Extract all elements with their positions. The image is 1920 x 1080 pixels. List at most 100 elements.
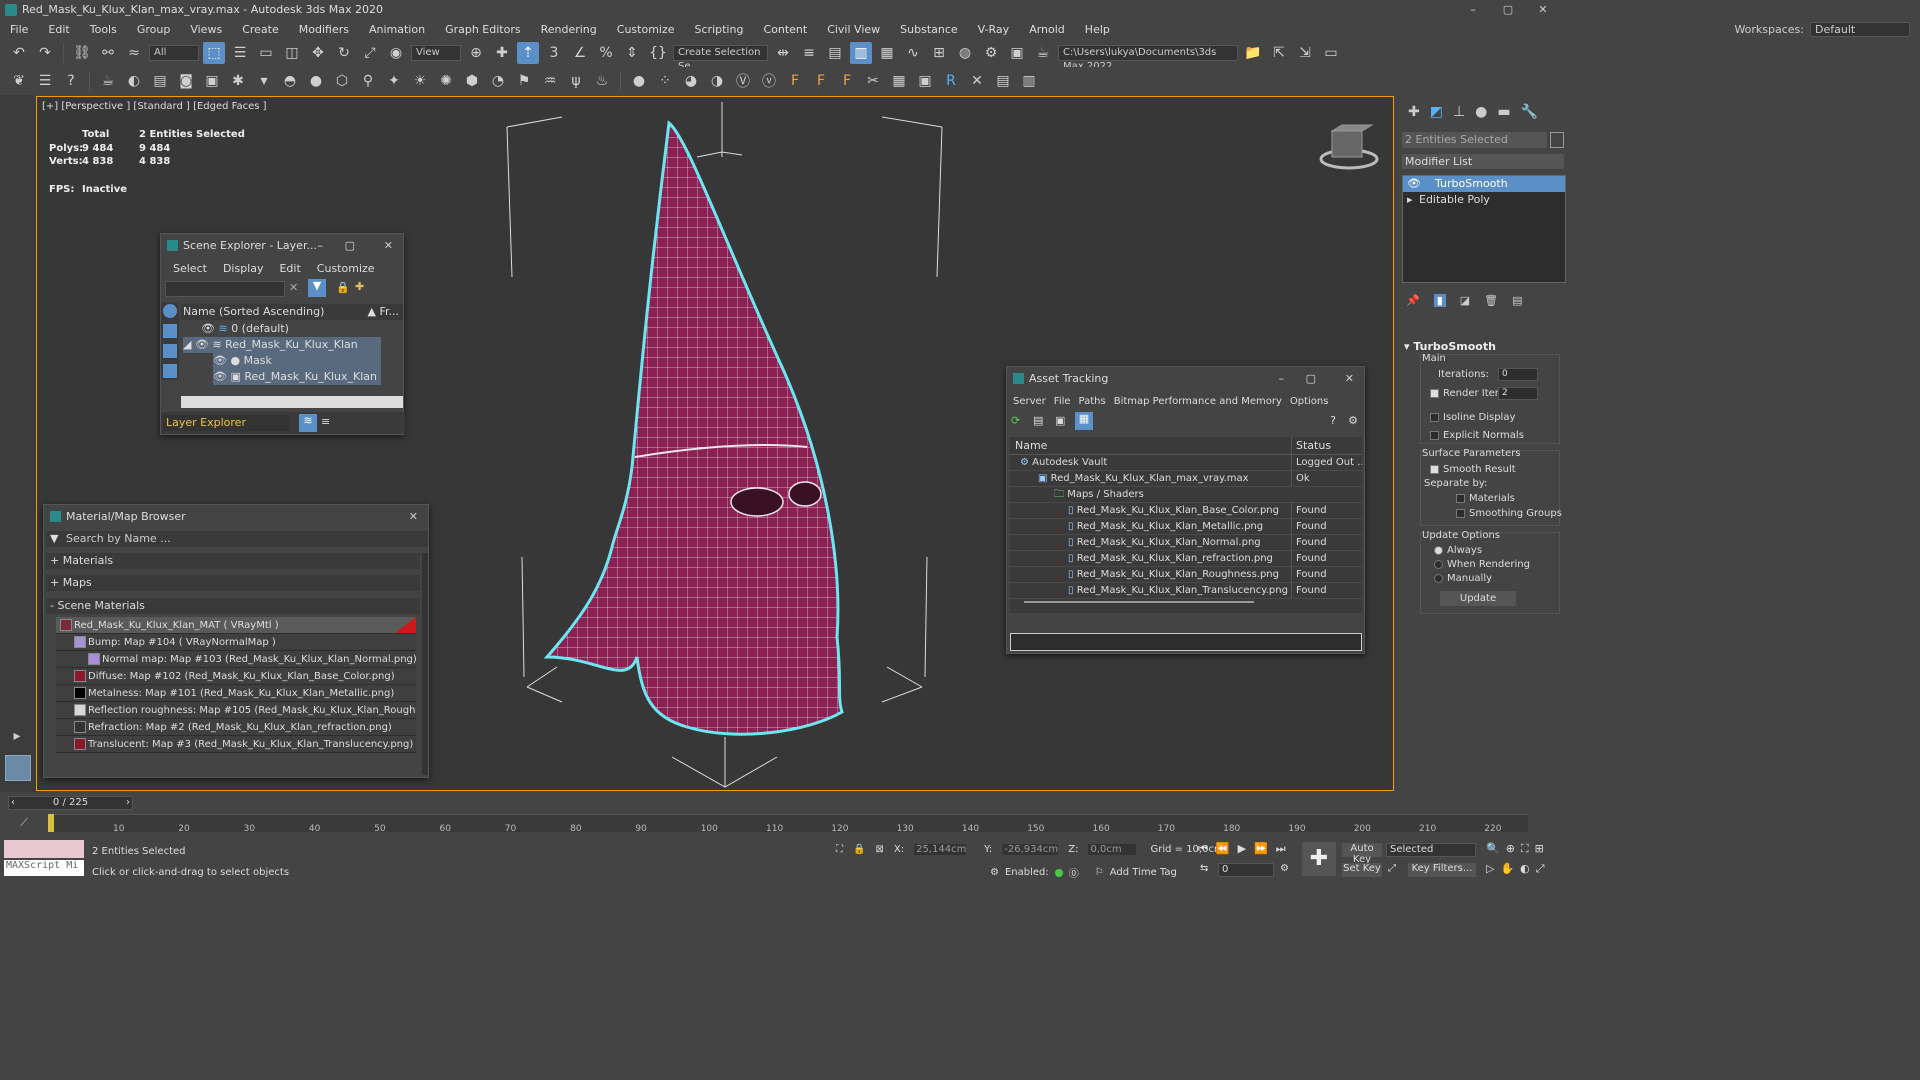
ambient-light-icon[interactable]: ✺ bbox=[435, 70, 457, 92]
teapot-icon[interactable]: ☕ bbox=[97, 70, 119, 92]
menu-arnold[interactable]: Arnold bbox=[1019, 23, 1075, 36]
enabled-indicator-icon[interactable] bbox=[1054, 868, 1063, 877]
menu-file[interactable]: File bbox=[0, 23, 38, 36]
viewcube[interactable] bbox=[1319, 124, 1379, 170]
link-icon[interactable]: ⛓ bbox=[71, 42, 93, 64]
render-frame-icon[interactable]: ▣ bbox=[1006, 42, 1028, 64]
zoom-all-icon[interactable]: ⊕ bbox=[1506, 842, 1515, 856]
menu-scripting[interactable]: Scripting bbox=[685, 23, 754, 36]
asset-row[interactable]: ▯ Red_Mask_Ku_Klux_Klan_refraction.png Fo… bbox=[1010, 551, 1362, 567]
close-icon[interactable]: ✕ bbox=[384, 234, 393, 258]
vray-logo-icon[interactable]: ⓥ bbox=[758, 70, 780, 92]
fire-icon[interactable]: ♨ bbox=[591, 70, 613, 92]
viewport-layout-icon[interactable] bbox=[5, 755, 31, 781]
edit-named-sets-icon[interactable]: {} bbox=[647, 42, 669, 64]
create-tab-icon[interactable]: ✚ bbox=[1408, 104, 1420, 120]
col-frozen-header[interactable]: ▲ Fr... bbox=[368, 304, 400, 320]
grass-icon[interactable]: ψ bbox=[565, 70, 587, 92]
isolate-icon[interactable]: ⛶ bbox=[836, 844, 843, 855]
place-icon[interactable]: ◉ bbox=[385, 42, 407, 64]
material-override-icon[interactable]: ◑ bbox=[706, 70, 728, 92]
next-key-icon[interactable]: ⏩ bbox=[1254, 842, 1268, 856]
show-end-result-icon[interactable]: ▮ bbox=[1433, 293, 1446, 307]
unlink-icon[interactable]: ⚯ bbox=[97, 42, 119, 64]
material-browser-titlebar[interactable]: Material/Map Browser ✕ bbox=[44, 505, 428, 529]
maxscript-input[interactable]: MAXScript Mi bbox=[4, 860, 84, 876]
proxy-icon[interactable]: ⬢ bbox=[461, 70, 483, 92]
options-icon[interactable]: ⚙ bbox=[1348, 414, 1358, 427]
selection-lock-icon[interactable]: 🔒 bbox=[853, 844, 865, 855]
add-layer-icon[interactable]: ✚ bbox=[355, 280, 364, 293]
asset-row[interactable]: ⚙ Autodesk Vault Logged Out ... bbox=[1010, 455, 1362, 471]
scale-icon[interactable]: ⤢ bbox=[359, 42, 381, 64]
close-icon[interactable]: ✕ bbox=[409, 505, 418, 529]
explicit-normals-checkbox[interactable]: Explicit Normals bbox=[1430, 430, 1524, 441]
window-crossing-icon[interactable]: ◫ bbox=[281, 42, 303, 64]
when-rendering-radio[interactable]: When Rendering bbox=[1434, 559, 1530, 570]
asset-row[interactable]: ▣ Red_Mask_Ku_Klux_Klan_max_vray.max Ok bbox=[1010, 471, 1362, 487]
asset-row[interactable]: ▯ Red_Mask_Ku_Klux_Klan_Normal.png Found bbox=[1010, 535, 1362, 551]
scene-explorer-search-input[interactable] bbox=[165, 281, 285, 297]
material-search-input[interactable]: Search by Name ... bbox=[62, 532, 171, 545]
pin-stack-icon[interactable]: 📌 bbox=[1406, 294, 1420, 307]
expand-icon[interactable]: ▸ bbox=[6, 725, 28, 747]
layer-row-default[interactable]: 👁 ≋ 0 (default) bbox=[201, 321, 403, 337]
grid-icon[interactable]: ▤ bbox=[992, 70, 1014, 92]
align-icon[interactable]: ≡ bbox=[798, 42, 820, 64]
thumbnail-view-icon[interactable]: ▣ bbox=[1055, 414, 1065, 427]
menu-edit[interactable]: Edit bbox=[38, 23, 79, 36]
col-status-header[interactable]: Status bbox=[1291, 437, 1331, 454]
x-coordinate-field[interactable]: 25,144cm bbox=[914, 844, 966, 855]
help-icon[interactable]: ? bbox=[60, 70, 82, 92]
object-name-field[interactable]: 2 Entities Selected bbox=[1402, 132, 1547, 148]
material-editor-icon[interactable]: ◍ bbox=[954, 42, 976, 64]
goto-end-icon[interactable]: ⏭ bbox=[1276, 842, 1286, 856]
materials-checkbox[interactable]: Materials bbox=[1456, 493, 1515, 504]
asset-row[interactable]: 🗀 Maps / Shaders bbox=[1010, 487, 1362, 503]
explorer-hscroll[interactable] bbox=[181, 396, 403, 408]
sphere-light-icon[interactable]: ● bbox=[305, 70, 327, 92]
current-frame-field[interactable]: 0 bbox=[1218, 863, 1274, 877]
display-geometry-icon[interactable] bbox=[163, 324, 177, 338]
snap-toggle-icon[interactable]: 3 bbox=[543, 42, 565, 64]
render-setup-icon[interactable]: ⚙ bbox=[980, 42, 1002, 64]
layer-row-red-mask[interactable]: ◢ 👁 ≋ Red_Mask_Ku_Klux_Klan bbox=[183, 337, 381, 353]
eye-icon[interactable]: 👁 bbox=[1407, 176, 1421, 192]
asset-menu-paths[interactable]: Paths bbox=[1075, 396, 1110, 407]
toggle-layer-explorer-icon[interactable]: ▥ bbox=[850, 42, 872, 64]
menu-help[interactable]: Help bbox=[1075, 23, 1120, 36]
expand-arrow-icon[interactable]: ▸ bbox=[1407, 192, 1413, 208]
map-item[interactable]: Bump: Map #104 ( VRayNormalMap ) bbox=[56, 634, 416, 651]
asset-hscroll[interactable] bbox=[1024, 601, 1254, 603]
key-filter-icon[interactable]: ⤢ bbox=[1388, 863, 1396, 874]
refresh-icon[interactable]: ⟳ bbox=[1011, 414, 1020, 427]
help-icon[interactable]: ? bbox=[1330, 414, 1336, 427]
play-icon[interactable]: ▶ bbox=[1238, 842, 1246, 856]
smooth-result-checkbox[interactable]: Smooth Result bbox=[1430, 464, 1516, 475]
update-button[interactable]: Update bbox=[1440, 591, 1516, 606]
stack-item-editable-poly[interactable]: ▸ Editable Poly bbox=[1403, 192, 1565, 208]
list-view-icon[interactable]: ▤ bbox=[1033, 414, 1043, 427]
close-icon[interactable]: ✕ bbox=[1345, 367, 1354, 391]
viewport-label[interactable]: [+] [Perspective ] [Standard ] [Edged Fa… bbox=[42, 101, 267, 112]
asset-menu-options[interactable]: Options bbox=[1286, 396, 1333, 407]
ies-light-icon[interactable]: ✱ bbox=[227, 70, 249, 92]
named-selection-dropdown[interactable]: Create Selection Se bbox=[673, 45, 768, 72]
time-slider[interactable]: ‹ 0 / 225 › bbox=[8, 796, 133, 810]
pivot-icon[interactable]: ⊕ bbox=[465, 42, 487, 64]
visibility-icon[interactable]: 👁 bbox=[213, 370, 227, 383]
object-row-mask[interactable]: 👁 ● Mask bbox=[213, 353, 381, 369]
omni-light-icon[interactable]: ✦ bbox=[383, 70, 405, 92]
multi-material-icon[interactable]: ⁘ bbox=[654, 70, 676, 92]
key-set-dropdown[interactable]: Selected bbox=[1386, 843, 1476, 857]
hood-mesh[interactable] bbox=[543, 120, 844, 736]
v-icon[interactable]: Ⓥ bbox=[732, 70, 754, 92]
cross-icon[interactable]: ✕ bbox=[966, 70, 988, 92]
absolute-mode-icon[interactable]: ⊠ bbox=[875, 844, 883, 855]
orbit-icon[interactable]: ◐ bbox=[1520, 862, 1530, 876]
materials-section[interactable]: + Materials bbox=[46, 553, 420, 569]
menu-customize[interactable]: Customize bbox=[607, 23, 685, 36]
curve-editor-icon[interactable]: ∿ bbox=[902, 42, 924, 64]
table-icon[interactable]: ▦ bbox=[888, 70, 910, 92]
modify-tab-icon[interactable]: ◩ bbox=[1430, 104, 1443, 120]
